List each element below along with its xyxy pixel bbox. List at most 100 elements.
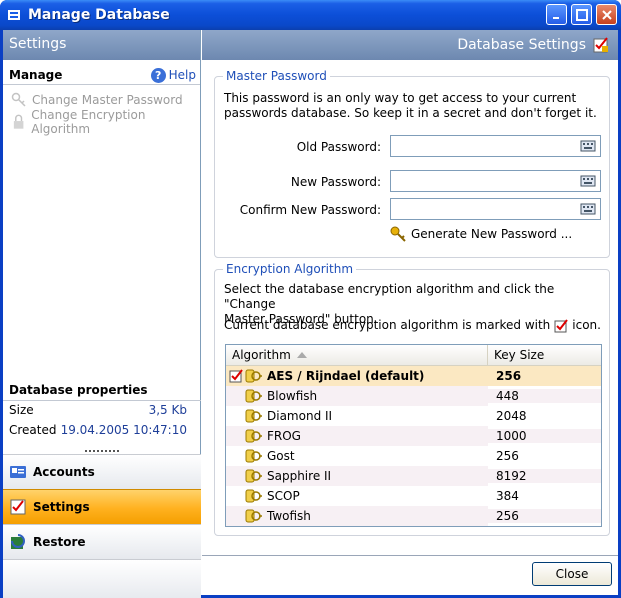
keyboard-icon[interactable]	[580, 173, 598, 189]
nav-accounts-button[interactable]: Accounts	[3, 454, 201, 489]
key-icon	[245, 429, 262, 443]
column-header-key-size[interactable]: Key Size	[488, 345, 601, 365]
algorithm-cell: Twofish	[226, 506, 488, 526]
help-label: Help	[168, 68, 196, 82]
maximize-button[interactable]	[571, 4, 592, 25]
blank-icon	[229, 469, 243, 483]
checkmark-icon	[229, 369, 243, 383]
key-size-cell: 8192	[488, 469, 601, 483]
group-title: Encryption Algorithm	[223, 262, 357, 276]
list-item[interactable]: SCOP 384	[226, 486, 601, 506]
old-password-field[interactable]	[390, 135, 601, 157]
algorithm-name: AES / Rijndael (default)	[267, 369, 425, 383]
nav-restore-button[interactable]: Restore	[3, 524, 201, 559]
blank-icon	[229, 449, 243, 463]
list-item[interactable]: FROG 1000	[226, 426, 601, 446]
manage-database-window: Manage Database Settings Manage ? Help C…	[0, 0, 621, 598]
key-size-cell: 256	[496, 369, 522, 383]
close-button[interactable]: Close	[532, 562, 612, 586]
property-value: 3,5 Kb	[148, 403, 187, 417]
property-row-created: Created 19.04.2005 10:47:10	[3, 421, 201, 441]
list-item[interactable]: Diamond II 2048	[226, 406, 601, 426]
keyboard-icon[interactable]	[580, 138, 598, 154]
key-icon	[245, 489, 262, 503]
master-password-group: Master Password This password is an only…	[214, 69, 610, 258]
confirm-password-field[interactable]	[390, 198, 601, 220]
nav-settings-button[interactable]: Settings	[3, 489, 201, 524]
new-password-label: New Password:	[290, 175, 381, 189]
property-label: Created	[9, 423, 57, 437]
algorithm-cell: Sapphire II	[226, 466, 488, 486]
title-bar[interactable]: Manage Database	[0, 0, 621, 30]
algorithm-name: Sapphire II	[267, 469, 332, 483]
note-text: icon.	[572, 318, 601, 332]
encryption-algorithm-group: Encryption Algorithm Select the database…	[214, 262, 610, 536]
list-item[interactable]: AES / Rijndael (default) 256	[226, 366, 601, 386]
nav-label: Settings	[33, 500, 90, 514]
navigation-pane: Accounts Settings Restore	[3, 448, 201, 598]
right-panel: Database Settings Master Password This p…	[202, 30, 618, 595]
note-text: Current database encryption algorithm is…	[224, 318, 551, 332]
algorithm-cell: SCOP	[226, 486, 488, 506]
left-panel: Settings Manage ? Help Change Master Pas…	[3, 30, 201, 598]
key-size-cell: 384	[496, 489, 519, 503]
key-size-cell: 2048	[496, 409, 527, 423]
new-password-field[interactable]	[390, 170, 601, 192]
group-title: Master Password	[223, 69, 330, 83]
algorithm-name: SCOP	[267, 489, 300, 503]
dialog-footer: Close	[202, 555, 618, 595]
algorithm-cell: Gost	[226, 446, 488, 466]
list-header: Algorithm Key Size	[226, 345, 601, 366]
key-icon	[245, 469, 262, 483]
nav-overflow-area	[3, 559, 201, 598]
help-link[interactable]: ? Help	[150, 67, 196, 83]
minimize-button[interactable]	[546, 4, 567, 25]
column-header-algorithm[interactable]: Algorithm	[226, 345, 488, 365]
algorithm-list[interactable]: Algorithm Key Size AES / Rijndael (defau…	[225, 344, 602, 527]
checkmark-icon	[554, 318, 569, 332]
algorithm-name: Twofish	[267, 509, 311, 523]
list-item[interactable]: Sapphire II 8192	[226, 466, 601, 486]
manage-title: Manage	[9, 68, 63, 82]
algorithm-name: Blowfish	[267, 389, 318, 403]
generate-password-link[interactable]: Generate New Password ...	[389, 225, 572, 243]
algorithm-cell: Diamond II	[226, 406, 488, 426]
description-line: This password is an only way to get acce…	[224, 91, 577, 105]
blank-icon	[229, 429, 243, 443]
blank-icon	[229, 509, 243, 523]
key-icon	[390, 226, 406, 242]
key-icon	[245, 409, 262, 423]
client-area: Settings Manage ? Help Change Master Pas…	[3, 30, 618, 598]
algorithm-cell: AES / Rijndael (default)	[226, 366, 488, 386]
sort-ascending-icon	[296, 352, 307, 358]
manage-section-header: Manage ? Help	[3, 60, 200, 84]
left-panel-header: Settings	[3, 30, 200, 60]
key-size-cell: 448	[488, 389, 601, 403]
key-size-cell: 256	[488, 509, 601, 523]
key-icon	[245, 449, 262, 463]
algorithm-name: Diamond II	[267, 409, 333, 423]
lock-icon	[13, 114, 24, 129]
list-item[interactable]: Blowfish 448	[226, 386, 601, 406]
task-change-encryption-algorithm[interactable]: Change Encryption Algorithm	[3, 108, 200, 136]
task-label: Change Master Password	[32, 93, 183, 107]
settings-icon	[10, 499, 26, 515]
database-properties: Database properties Size 3,5 Kb Created …	[3, 380, 201, 441]
algorithm-cell: FROG	[226, 426, 488, 446]
list-item[interactable]: Gost 256	[226, 446, 601, 466]
generate-label: Generate New Password ...	[411, 227, 573, 241]
confirm-password-label: Confirm New Password:	[239, 203, 381, 217]
close-window-button[interactable]	[596, 4, 617, 25]
keyboard-icon[interactable]	[580, 201, 598, 217]
key-icon	[245, 389, 262, 403]
nav-label: Accounts	[33, 465, 95, 479]
list-body: AES / Rijndael (default) 256 Blowfish 448 Di…	[226, 366, 601, 526]
blank-icon	[229, 409, 243, 423]
key-icon	[245, 509, 262, 523]
property-value: 19.04.2005 10:47:10	[60, 423, 187, 437]
task-label: Change Encryption Algorithm	[31, 108, 146, 136]
properties-title: Database properties	[9, 383, 148, 397]
blank-icon	[229, 489, 243, 503]
right-panel-title: Database Settings	[457, 37, 586, 53]
list-item[interactable]: Twofish 256	[226, 506, 601, 526]
